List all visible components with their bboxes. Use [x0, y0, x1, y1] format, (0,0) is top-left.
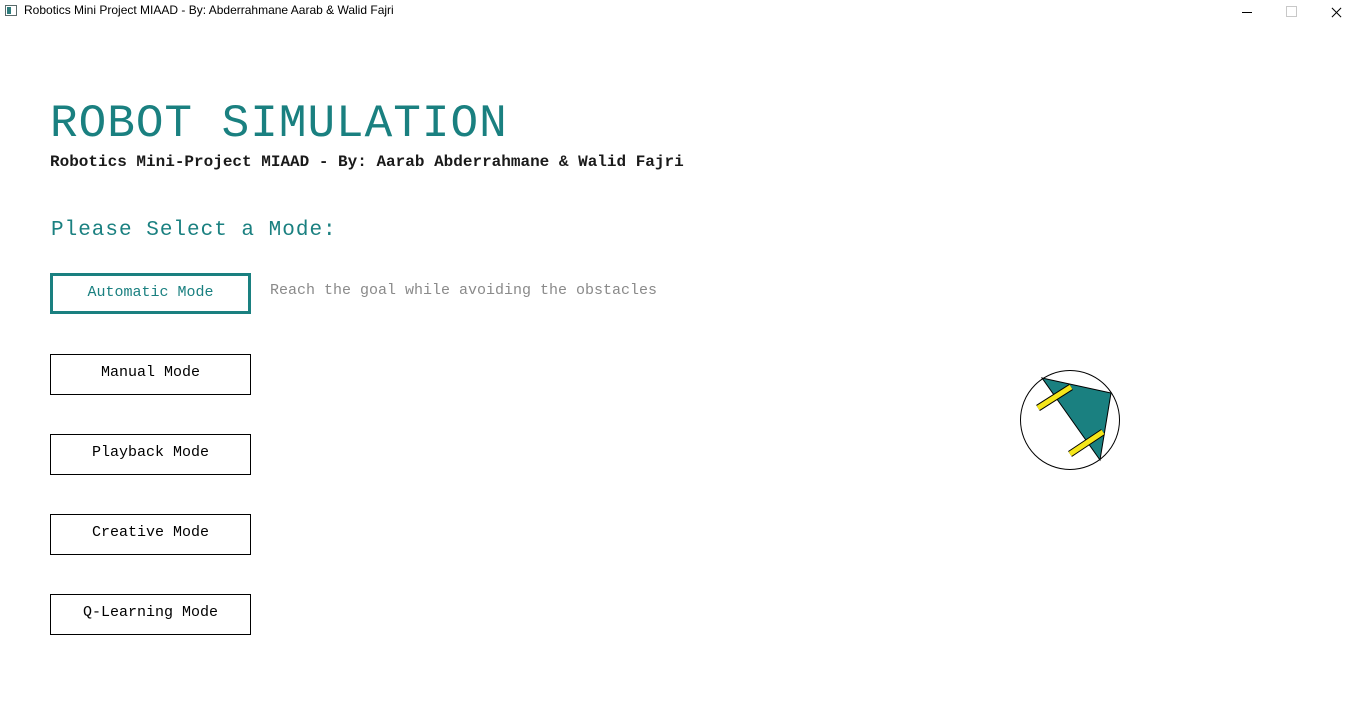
robot-illustration	[1020, 370, 1120, 470]
mode-select-prompt: Please Select a Mode:	[51, 219, 337, 242]
automatic-mode-button[interactable]: Automatic Mode	[50, 273, 251, 314]
close-icon[interactable]	[1313, 0, 1357, 24]
app-window-icon	[5, 5, 17, 16]
window-titlebar: Robotics Mini Project MIAAD - By: Abderr…	[0, 0, 1357, 24]
minimize-icon[interactable]	[1224, 0, 1270, 24]
automatic-mode-description: Reach the goal while avoiding the obstac…	[270, 282, 658, 299]
page-title: ROBOT SIMULATION	[50, 98, 508, 150]
window-title: Robotics Mini Project MIAAD - By: Abderr…	[24, 3, 394, 17]
creative-mode-button[interactable]: Creative Mode	[50, 514, 251, 555]
maximize-icon[interactable]	[1268, 0, 1314, 24]
page-subtitle: Robotics Mini-Project MIAAD - By: Aarab …	[50, 153, 684, 171]
q-learning-mode-button[interactable]: Q-Learning Mode	[50, 594, 251, 635]
playback-mode-button[interactable]: Playback Mode	[50, 434, 251, 475]
manual-mode-button[interactable]: Manual Mode	[50, 354, 251, 395]
